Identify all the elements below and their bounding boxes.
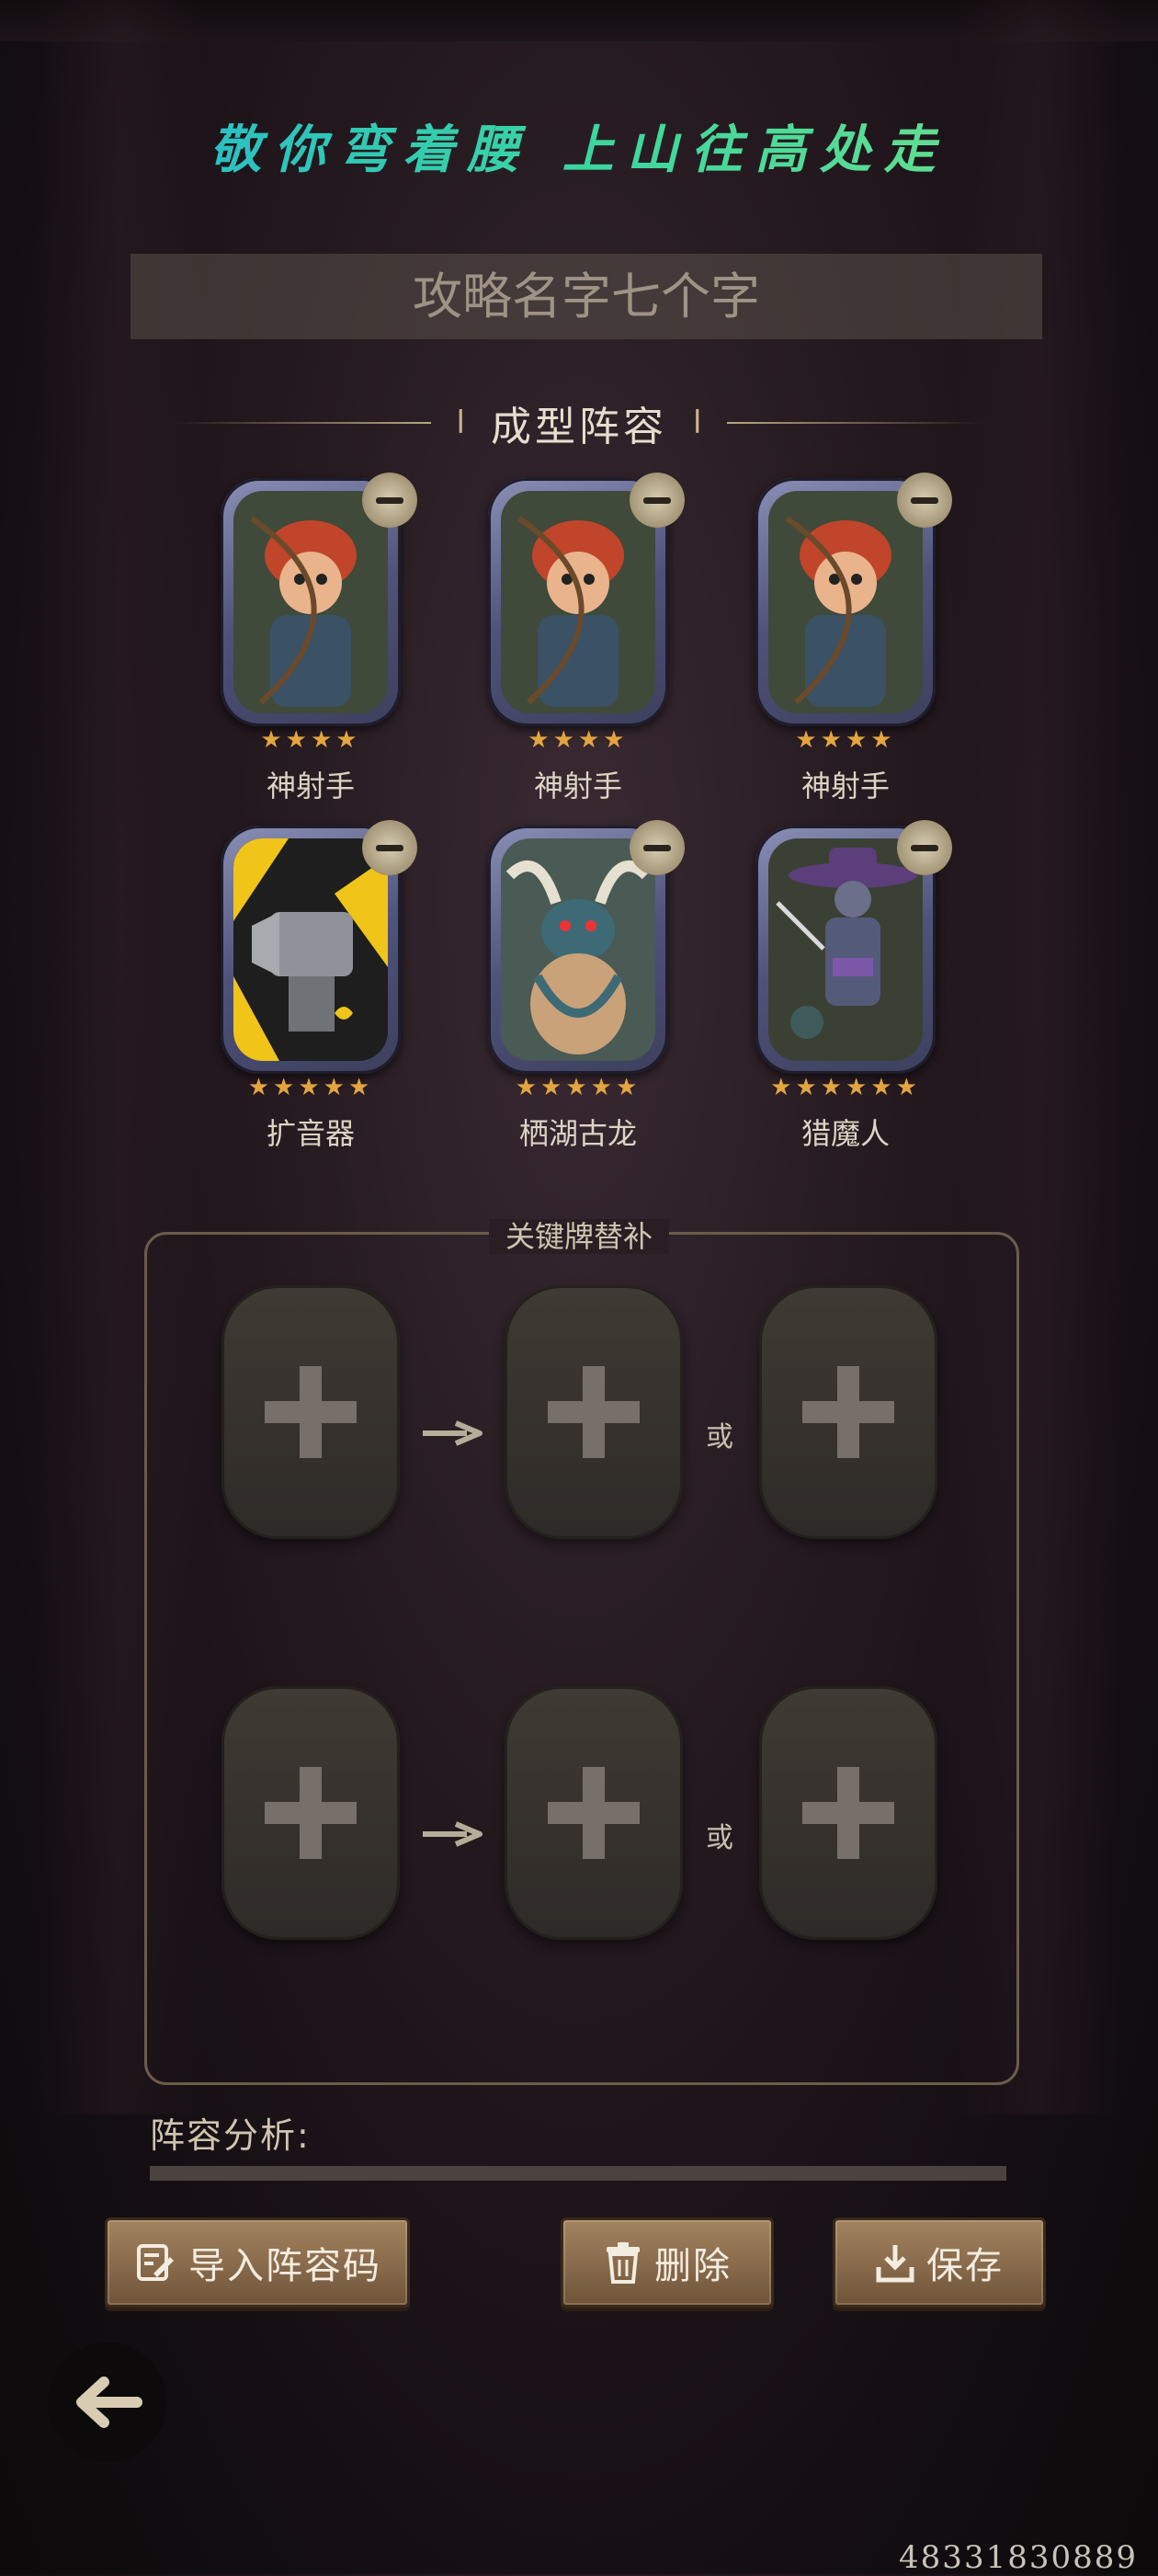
add-substitute-slot[interactable]: [759, 1285, 937, 1539]
card-name: 神射手: [800, 769, 890, 804]
lineup-analysis-field[interactable]: [150, 2166, 1006, 2181]
divider-line: [727, 422, 983, 424]
substitutes-title-wrap: 关键牌替补: [0, 1214, 1158, 1256]
arrow-left-icon: [76, 2377, 142, 2428]
loudspeaker-robot-art: [233, 838, 388, 1061]
archer-art: [768, 491, 923, 713]
delete-label: 删除: [654, 2245, 732, 2287]
swirl-ornament-icon: l: [456, 405, 465, 441]
star-rating: ★★★★: [795, 726, 896, 754]
add-key-card-slot[interactable]: [221, 1686, 400, 1940]
strategy-name-input[interactable]: [131, 267, 1042, 326]
save-label: 保存: [926, 2245, 1004, 2287]
remove-card-button[interactable]: [362, 820, 417, 875]
or-label: 或: [706, 1421, 733, 1453]
strategy-name-bar[interactable]: [131, 254, 1042, 339]
archer-art: [501, 491, 655, 713]
lineup-section-header: l 成型阵容 l: [175, 395, 983, 450]
demon-hunter-art: [768, 838, 923, 1061]
remove-card-button[interactable]: [630, 473, 685, 528]
card-name: 扩音器: [266, 1116, 355, 1151]
lineup-analysis-label: 阵容分析:: [150, 2115, 311, 2156]
card-name: 栖湖古龙: [518, 1116, 637, 1151]
arrow-right-icon: [423, 1821, 482, 1847]
archer-art: [233, 491, 388, 713]
download-icon: [876, 2245, 914, 2283]
remove-card-button[interactable]: [630, 820, 685, 875]
add-substitute-slot[interactable]: [505, 1285, 683, 1539]
star-rating: ★★★★★: [247, 1074, 374, 1101]
plus-icon: [548, 1767, 640, 1859]
motto-banner: 敬你弯着腰 上山往高处走: [0, 108, 1158, 183]
arrow-right-icon: [423, 1420, 482, 1446]
import-lineup-code-label: 导入阵容码: [188, 2245, 381, 2287]
add-substitute-slot[interactable]: [505, 1686, 683, 1940]
card-name: 猎魔人: [800, 1116, 890, 1151]
watermark-id: 48331830889: [899, 2539, 1138, 2576]
add-substitute-slot[interactable]: [759, 1686, 937, 1940]
plus-icon: [548, 1366, 640, 1458]
lineup-title: 成型阵容: [491, 404, 667, 450]
plus-icon: [265, 1767, 357, 1859]
remove-card-button[interactable]: [362, 473, 417, 528]
lake-dragon-art: [501, 838, 655, 1061]
substitutes-title: 关键牌替补: [488, 1219, 669, 1254]
card-name: 神射手: [533, 769, 622, 804]
save-button[interactable]: 保存: [833, 2217, 1046, 2308]
back-button[interactable]: [48, 2342, 167, 2462]
plus-icon: [802, 1366, 894, 1458]
card-name: 神射手: [266, 769, 355, 804]
trash-icon: [607, 2242, 640, 2284]
plus-icon: [265, 1366, 357, 1458]
divider-line: [175, 422, 431, 424]
star-rating: ★★★★★: [515, 1074, 641, 1101]
swirl-ornament-icon: l: [693, 405, 702, 441]
star-rating: ★★★★★★: [770, 1074, 921, 1101]
or-label: 或: [706, 1822, 733, 1854]
edit-note-icon: [137, 2244, 174, 2281]
delete-button[interactable]: 删除: [561, 2217, 774, 2308]
remove-card-button[interactable]: [897, 820, 952, 875]
star-rating: ★★★★: [528, 726, 629, 754]
remove-card-button[interactable]: [897, 473, 952, 528]
add-key-card-slot[interactable]: [221, 1285, 400, 1539]
star-rating: ★★★★: [260, 726, 361, 754]
plus-icon: [802, 1767, 894, 1859]
import-lineup-code-button[interactable]: 导入阵容码: [105, 2217, 410, 2308]
